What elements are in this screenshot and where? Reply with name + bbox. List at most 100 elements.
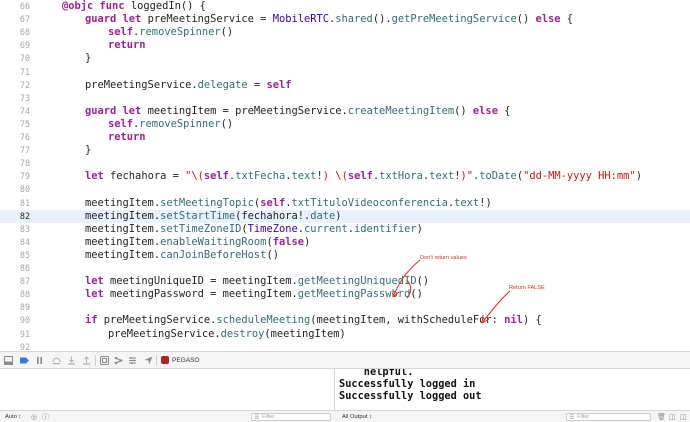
code-text: if preMeetingService.scheduleMeeting(mee…: [85, 314, 542, 327]
line-number: 84: [19, 236, 30, 247]
toolbar-divider: [95, 355, 96, 366]
line-number: 89: [19, 302, 30, 313]
line-number: 71: [19, 66, 30, 77]
code-line[interactable]: 87 let meetingUniqueID = meetingItem.getM…: [0, 275, 690, 288]
line-number: 85: [19, 249, 30, 260]
simulate-location-icon[interactable]: [144, 356, 153, 365]
code-line[interactable]: 69 return: [0, 39, 690, 52]
code-line[interactable]: 81 meetingItem.setMeetingTopic(self.txtTi…: [0, 197, 690, 210]
code-text: guard let meetingItem = preMeetingServic…: [85, 104, 511, 117]
code-line[interactable]: 71: [0, 66, 690, 79]
breakpoints-icon[interactable]: [20, 356, 29, 365]
code-text: self.removeSpinner(): [108, 26, 234, 39]
line-number: 66: [19, 1, 30, 11]
line-number: 92: [19, 341, 30, 351]
app-icon[interactable]: [161, 356, 169, 364]
line-number: 83: [19, 223, 30, 234]
filter-icon: ☰: [569, 414, 575, 421]
code-text: return: [108, 131, 146, 143]
code-line[interactable]: 75 self.removeSpinner(): [0, 118, 690, 131]
console-output[interactable]: helpful. Successfully logged in Successf…: [335, 369, 690, 410]
code-line[interactable]: 92: [0, 341, 690, 351]
line-number: 77: [19, 145, 30, 156]
code-line[interactable]: 83 meetingItem.setTimeZoneID(TimeZone.cur…: [0, 223, 690, 236]
variables-view[interactable]: [0, 369, 334, 410]
console-output-selector[interactable]: All Output ↕: [342, 412, 372, 422]
app-target-name[interactable]: PEGASO: [172, 355, 199, 366]
debug-bottom-bar: Auto ↕ ◎ ⓘ ☰ Filter All Output ↕ ☰ Filte…: [0, 410, 690, 422]
toolbar-divider: [156, 355, 157, 366]
pause-icon[interactable]: [35, 356, 44, 365]
code-line[interactable]: 77}: [0, 144, 690, 157]
code-text: meetingItem.enableWaitingRoom(false): [85, 235, 311, 248]
code-text: }: [85, 144, 92, 157]
code-line[interactable]: 70}: [0, 52, 690, 65]
info-icon[interactable]: ⓘ: [42, 412, 49, 422]
line-number: 91: [19, 328, 30, 339]
line-number: 74: [19, 105, 30, 116]
step-over-icon[interactable]: [52, 356, 61, 365]
code-text: preMeetingService.delegate = self: [85, 78, 292, 91]
line-number: 68: [19, 27, 30, 38]
code-line[interactable]: 88 let meetingPassword = meetingItem.getM…: [0, 288, 690, 301]
line-number: 87: [19, 276, 30, 287]
view-hierarchy-icon[interactable]: [100, 356, 109, 365]
code-text: meetingItem.setTimeZoneID(TimeZone.curre…: [85, 222, 423, 235]
code-line[interactable]: 89: [0, 301, 690, 314]
step-into-icon[interactable]: [67, 356, 76, 365]
split-view-icon[interactable]: ◫: [680, 412, 687, 422]
code-text: self.removeSpinner(): [108, 117, 234, 130]
code-line[interactable]: 66 @objc func loggedIn() {: [0, 0, 690, 13]
eye-icon[interactable]: ◎: [31, 412, 37, 422]
console-filter-field[interactable]: ☰ Filter: [566, 413, 651, 421]
variables-scope-selector[interactable]: Auto ↕: [5, 412, 21, 422]
code-line[interactable]: 78: [0, 157, 690, 170]
line-number: 75: [19, 118, 30, 129]
line-number: 86: [19, 263, 30, 273]
code-line[interactable]: 73: [0, 92, 690, 105]
line-number: 70: [19, 53, 30, 64]
line-number: 67: [19, 14, 30, 25]
line-number: 69: [19, 40, 30, 51]
code-editor[interactable]: 66 @objc func loggedIn() {67 guard let pre…: [0, 0, 690, 351]
code-text: meetingItem.canJoinBeforeHost(): [85, 248, 279, 261]
code-line[interactable]: 74 guard let meetingItem = preMeetingServ…: [0, 105, 690, 118]
memory-graph-icon[interactable]: [114, 356, 123, 365]
code-line[interactable]: 67 guard let preMeetingService = MobileRT…: [0, 13, 690, 26]
line-number: 73: [19, 92, 30, 103]
code-text: }: [85, 52, 92, 65]
code-line[interactable]: 68 self.removeSpinner(): [0, 26, 690, 39]
line-number: 88: [19, 289, 30, 300]
line-number: 78: [19, 158, 30, 169]
debug-toolbar: PEGASO: [0, 351, 690, 369]
step-out-icon[interactable]: [82, 356, 91, 365]
code-line[interactable]: 86: [0, 262, 690, 275]
code-text: return: [108, 39, 146, 52]
code-line[interactable]: 91 preMeetingService.destroy(meetingItem): [0, 328, 690, 341]
hide-debug-area-icon[interactable]: [4, 356, 13, 365]
code-line[interactable]: 80: [0, 183, 690, 196]
split-view-icon[interactable]: ◫: [669, 412, 676, 422]
code-text: meetingItem.setMeetingTopic(self.txtTitu…: [85, 196, 492, 209]
code-text: let meetingPassword = meetingItem.getMee…: [85, 288, 423, 301]
code-text: meetingItem.setStartTime(fechahora!.date…: [85, 209, 342, 222]
environment-overrides-icon[interactable]: [128, 356, 137, 365]
code-line[interactable]: 85 meetingItem.canJoinBeforeHost(): [0, 249, 690, 262]
code-line[interactable]: 84 meetingItem.enableWaitingRoom(false): [0, 236, 690, 249]
variables-filter-field[interactable]: ☰ Filter: [251, 413, 331, 421]
console-line: Successfully logged in: [339, 378, 476, 390]
code-line[interactable]: 72 preMeetingService.delegate = self: [0, 79, 690, 92]
line-number: 72: [19, 79, 30, 90]
annotation-dont-return-values: Don't return values: [420, 255, 467, 261]
code-line[interactable]: 76 return: [0, 131, 690, 144]
code-text: let meetingUniqueID = meetingItem.getMee…: [85, 275, 430, 288]
code-line[interactable]: 90 if preMeetingService.scheduleMeeting(m…: [0, 314, 690, 327]
trash-icon[interactable]: 🗑: [657, 412, 666, 422]
code-text: guard let preMeetingService = MobileRTC.…: [85, 13, 574, 26]
variables-filter-placeholder: Filter: [262, 414, 275, 420]
code-line[interactable]: 79 let fechahora = "\(self.txtFecha.text!…: [0, 170, 690, 183]
code-line[interactable]: 82 meetingItem.setStartTime(fechahora!.da…: [0, 209, 690, 223]
annotation-return-false: Return FALSE: [509, 285, 545, 291]
console-filter-placeholder: Filter: [577, 414, 590, 420]
line-number: 90: [19, 315, 30, 326]
